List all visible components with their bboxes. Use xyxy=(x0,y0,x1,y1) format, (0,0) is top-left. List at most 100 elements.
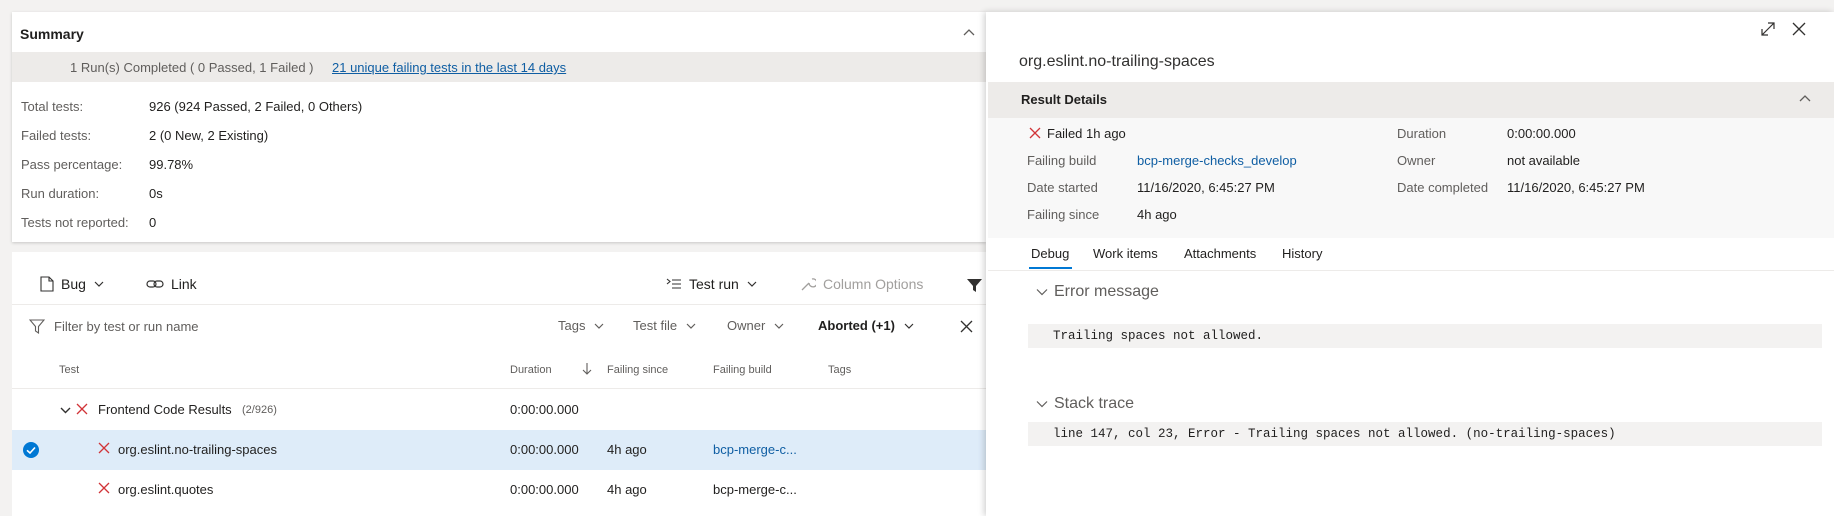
error-message-toggle[interactable]: Error message xyxy=(1036,283,1159,301)
column-header-tags[interactable]: Tags xyxy=(828,364,851,376)
tab-work-items[interactable]: Work items xyxy=(1093,246,1158,261)
tags-filter[interactable]: Tags xyxy=(558,318,605,333)
failed-x-icon xyxy=(1029,127,1041,139)
link-icon xyxy=(146,280,164,288)
owner-value: not available xyxy=(1507,153,1580,168)
failing-since-value: 4h ago xyxy=(1137,207,1177,222)
result-status: Failed 1h ago xyxy=(1047,126,1126,141)
summary-title: Summary xyxy=(20,26,84,42)
chevron-down-icon xyxy=(1036,401,1048,408)
bug-icon xyxy=(40,276,54,292)
tabs-divider xyxy=(988,270,1834,271)
tags-filter-label: Tags xyxy=(558,318,586,333)
result-details-header[interactable]: Result Details xyxy=(988,82,1834,118)
date-started-label: Date started xyxy=(1027,180,1098,195)
failed-x-icon xyxy=(98,482,110,494)
chevron-down-icon xyxy=(595,323,604,329)
stat-label-total: Total tests: xyxy=(21,99,84,114)
stack-trace-toggle[interactable]: Stack trace xyxy=(1036,395,1134,413)
group-count: (2/926) xyxy=(242,404,277,416)
column-options-label: Column Options xyxy=(823,276,924,292)
close-icon[interactable] xyxy=(1792,22,1806,36)
chevron-down-icon xyxy=(1036,289,1048,296)
outcome-filter-label: Aborted (+1) xyxy=(818,318,895,333)
list-icon xyxy=(666,278,681,289)
tab-history[interactable]: History xyxy=(1282,246,1322,261)
link-button[interactable]: Link xyxy=(146,276,197,292)
stat-label-duration: Run duration: xyxy=(21,186,100,201)
filter-funnel-icon[interactable] xyxy=(967,278,982,293)
failing-tests-link[interactable]: 21 unique failing tests in the last 14 d… xyxy=(332,60,566,75)
test-failing-since: 4h ago xyxy=(607,442,647,457)
failing-build-label: Failing build xyxy=(1027,153,1097,168)
tab-attachments[interactable]: Attachments xyxy=(1184,246,1256,261)
date-started-value: 11/16/2020, 6:45:27 PM xyxy=(1137,180,1275,195)
test-file-filter[interactable]: Test file xyxy=(633,318,697,333)
bug-label: Bug xyxy=(61,276,86,292)
column-header-test[interactable]: Test xyxy=(59,364,79,376)
column-header-failing-build[interactable]: Failing build xyxy=(713,364,772,376)
banner-text: 1 Run(s) Completed ( 0 Passed, 1 Failed … xyxy=(70,60,314,75)
test-failing-build-link[interactable]: bcp-merge-c... xyxy=(713,442,797,457)
filter-input[interactable]: Filter by test or run name xyxy=(54,319,199,334)
test-name[interactable]: org.eslint.quotes xyxy=(118,482,213,497)
header-divider xyxy=(12,388,986,389)
chevron-up-icon[interactable] xyxy=(962,26,976,40)
result-details-body: Failed 1h ago Failing build bcp-merge-ch… xyxy=(988,118,1834,238)
stat-label-pass: Pass percentage: xyxy=(21,157,123,172)
column-header-duration[interactable]: Duration xyxy=(510,364,552,376)
sort-down-icon[interactable] xyxy=(582,362,592,376)
chevron-down-icon[interactable] xyxy=(60,405,71,416)
stat-value-not-reported: 0 xyxy=(149,215,157,230)
bug-button[interactable]: Bug xyxy=(40,276,105,292)
failing-build-link[interactable]: bcp-merge-checks_develop xyxy=(1137,153,1297,168)
stack-trace-title: Stack trace xyxy=(1054,395,1135,412)
test-run-label: Test run xyxy=(689,276,739,292)
stat-value-total: 926 (924 Passed, 2 Failed, 0 Others) xyxy=(149,99,363,114)
chevron-down-icon xyxy=(774,323,784,329)
table-row[interactable]: org.eslint.no-trailing-spaces 0:00:00.00… xyxy=(12,430,986,470)
summary-banner: 1 Run(s) Completed ( 0 Passed, 1 Failed … xyxy=(12,52,986,82)
left-pane: Summary 1 Run(s) Completed ( 0 Passed, 1… xyxy=(12,12,986,516)
failed-x-icon xyxy=(98,442,110,454)
wrench-icon xyxy=(801,278,816,291)
stat-value-failed: 2 (0 New, 2 Existing) xyxy=(149,128,269,143)
test-duration: 0:00:00.000 xyxy=(510,482,579,497)
group-row[interactable]: Frontend Code Results (2/926) 0:00:00.00… xyxy=(12,390,986,430)
duration-label: Duration xyxy=(1397,126,1447,141)
summary-card: Summary 1 Run(s) Completed ( 0 Passed, 1… xyxy=(12,12,986,242)
chevron-down-icon xyxy=(904,323,914,329)
owner-label: Owner xyxy=(1397,153,1436,168)
group-name: Frontend Code Results xyxy=(98,402,232,417)
chevron-down-icon xyxy=(94,281,104,287)
clear-filter-icon[interactable] xyxy=(960,320,973,333)
detail-title: org.eslint.no-trailing-spaces xyxy=(1019,53,1215,70)
chevron-down-icon xyxy=(686,323,696,329)
column-header-failing-since[interactable]: Failing since xyxy=(607,364,668,376)
tab-debug-underline xyxy=(1029,267,1072,269)
checkmark-circle-icon[interactable] xyxy=(23,442,39,458)
tab-debug[interactable]: Debug xyxy=(1031,246,1069,261)
owner-filter[interactable]: Owner xyxy=(727,318,785,333)
outcome-filter[interactable]: Aborted (+1) xyxy=(818,318,915,333)
test-results-panel: Bug Link Test run Column Options Filter … xyxy=(12,252,986,516)
test-failing-build-link[interactable]: bcp-merge-c... xyxy=(713,482,797,497)
duration-value: 0:00:00.000 xyxy=(1507,126,1576,141)
test-name[interactable]: org.eslint.no-trailing-spaces xyxy=(118,442,277,457)
stat-label-failed: Failed tests: xyxy=(21,128,92,143)
failing-since-label: Failing since xyxy=(1027,207,1100,222)
stack-trace-text: line 147, col 23, Error - Trailing space… xyxy=(1028,422,1822,446)
column-options-button[interactable]: Column Options xyxy=(800,276,923,292)
result-details-title: Result Details xyxy=(1021,92,1107,107)
expand-icon[interactable] xyxy=(1760,21,1776,37)
test-run-dropdown[interactable]: Test run xyxy=(666,276,758,292)
filter-bar: Filter by test or run name Tags Test fil… xyxy=(12,304,986,348)
error-message-title: Error message xyxy=(1054,283,1159,300)
group-duration: 0:00:00.000 xyxy=(510,402,579,417)
table-row[interactable]: org.eslint.quotes 0:00:00.000 4h ago bcp… xyxy=(12,470,986,510)
chevron-up-icon[interactable] xyxy=(1798,92,1812,106)
filter-icon xyxy=(29,319,45,334)
error-message-text: Trailing spaces not allowed. xyxy=(1028,324,1822,348)
test-file-filter-label: Test file xyxy=(633,318,678,333)
stat-value-pass: 99.78% xyxy=(149,157,194,172)
